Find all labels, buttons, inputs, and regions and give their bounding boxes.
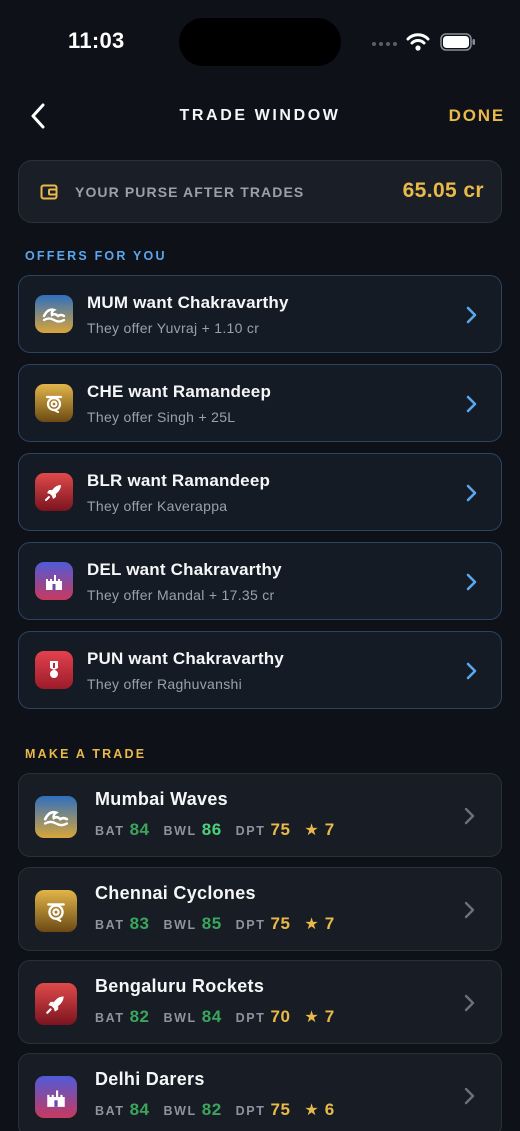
team-card-mumbai-waves[interactable]: Mumbai Waves BAT 84 BWL 86 DPT 75 ★ 7	[18, 773, 502, 857]
cyclone-icon	[35, 384, 73, 422]
star-icon: ★	[304, 822, 319, 839]
team-stats: BAT 83 BWL 85 DPT 75 ★ 7	[95, 914, 334, 934]
offer-card-pun[interactable]: PUN want Chakravarthy They offer Raghuva…	[18, 631, 502, 709]
offer-subtitle: They offer Mandal + 17.35 cr	[87, 587, 275, 603]
bwl-value: 86	[201, 820, 222, 839]
chevron-right-icon	[466, 306, 477, 324]
bat-label: BAT	[95, 1011, 125, 1025]
offer-subtitle: They offer Raghuvanshi	[87, 676, 242, 692]
offer-subtitle: They offer Yuvraj + 1.10 cr	[87, 320, 260, 336]
wifi-icon	[406, 33, 430, 51]
dpt-label: DPT	[235, 824, 266, 838]
dpt-label: DPT	[235, 1104, 266, 1118]
chevron-right-icon	[466, 662, 477, 680]
trade-window-screen: 11:03 TRADE WINDOW DONE YOUR PURSE AFTER…	[0, 0, 520, 1131]
team-stats: BAT 82 BWL 84 DPT 70 ★ 7	[95, 1007, 334, 1027]
rocket-icon	[35, 983, 77, 1025]
star-icon: ★	[304, 1009, 319, 1026]
bwl-label: BWL	[163, 824, 197, 838]
stars-value: 7	[324, 914, 335, 933]
team-card-chennai-cyclones[interactable]: Chennai Cyclones BAT 83 BWL 85 DPT 75 ★ …	[18, 867, 502, 951]
chevron-right-icon	[464, 1087, 475, 1105]
offers-section-label: OFFERS FOR YOU	[25, 249, 167, 263]
team-card-bengaluru-rockets[interactable]: Bengaluru Rockets BAT 82 BWL 84 DPT 70 ★…	[18, 960, 502, 1044]
offer-title: CHE want Ramandeep	[87, 382, 272, 401]
star-icon: ★	[304, 1102, 319, 1119]
bat-label: BAT	[95, 918, 125, 932]
dpt-label: DPT	[235, 918, 266, 932]
dpt-value: 75	[270, 820, 291, 839]
bwl-label: BWL	[163, 918, 197, 932]
bat-label: BAT	[95, 824, 125, 838]
dpt-value: 75	[270, 914, 291, 933]
offer-title: BLR want Ramandeep	[87, 471, 271, 490]
bat-value: 84	[129, 820, 150, 839]
bat-value: 84	[129, 1100, 150, 1119]
purse-label: YOUR PURSE AFTER TRADES	[75, 184, 305, 200]
stars-value: 7	[324, 1007, 335, 1026]
chevron-right-icon	[466, 395, 477, 413]
offer-card-del[interactable]: DEL want Chakravarthy They offer Mandal …	[18, 542, 502, 620]
offer-subtitle: They offer Kaverappa	[87, 498, 228, 514]
trade-section-label: MAKE A TRADE	[25, 747, 147, 761]
offer-title: MUM want Chakravarthy	[87, 293, 289, 312]
battery-icon	[440, 33, 475, 51]
team-card-delhi-darers[interactable]: Delhi Darers BAT 84 BWL 82 DPT 75 ★ 6	[18, 1053, 502, 1131]
wave-icon	[35, 295, 73, 333]
team-name: Chennai Cyclones	[95, 883, 256, 903]
chevron-right-icon	[464, 901, 475, 919]
chevron-right-icon	[464, 994, 475, 1012]
team-name: Mumbai Waves	[95, 789, 228, 809]
offer-subtitle: They offer Singh + 25L	[87, 409, 236, 425]
dpt-value: 70	[270, 1007, 291, 1026]
bwl-value: 84	[201, 1007, 222, 1026]
bat-value: 83	[129, 914, 150, 933]
cellular-signal-icon	[372, 42, 397, 46]
team-stats: BAT 84 BWL 86 DPT 75 ★ 7	[95, 820, 334, 840]
done-button[interactable]: DONE	[449, 106, 505, 126]
team-stats: BAT 84 BWL 82 DPT 75 ★ 6	[95, 1100, 334, 1120]
offer-card-blr[interactable]: BLR want Ramandeep They offer Kaverappa	[18, 453, 502, 531]
bwl-label: BWL	[163, 1011, 197, 1025]
fort-icon	[35, 1076, 77, 1118]
bwl-value: 82	[201, 1100, 222, 1119]
status-time: 11:03	[68, 28, 125, 53]
offer-title: PUN want Chakravarthy	[87, 649, 284, 668]
fort-icon	[35, 562, 73, 600]
wave-icon	[35, 796, 77, 838]
chevron-right-icon	[466, 573, 477, 591]
purse-value: 65.05 cr	[402, 179, 484, 202]
dynamic-island	[179, 18, 341, 66]
team-name: Bengaluru Rockets	[95, 976, 265, 996]
offer-card-mum[interactable]: MUM want Chakravarthy They offer Yuvraj …	[18, 275, 502, 353]
offer-title: DEL want Chakravarthy	[87, 560, 282, 579]
bwl-value: 85	[201, 914, 222, 933]
chevron-right-icon	[464, 807, 475, 825]
bwl-label: BWL	[163, 1104, 197, 1118]
dpt-label: DPT	[235, 1011, 266, 1025]
medal-icon	[35, 651, 73, 689]
offer-card-che[interactable]: CHE want Ramandeep They offer Singh + 25…	[18, 364, 502, 442]
bat-value: 82	[129, 1007, 150, 1026]
star-icon: ★	[304, 916, 319, 933]
purse-card: YOUR PURSE AFTER TRADES 65.05 cr	[18, 160, 502, 223]
wallet-icon	[40, 184, 58, 200]
team-name: Delhi Darers	[95, 1069, 205, 1089]
rocket-icon	[35, 473, 73, 511]
cyclone-icon	[35, 890, 77, 932]
chevron-right-icon	[466, 484, 477, 502]
page-title: TRADE WINDOW	[179, 107, 341, 124]
dpt-value: 75	[270, 1100, 291, 1119]
stars-value: 7	[324, 820, 335, 839]
stars-value: 6	[324, 1100, 335, 1119]
bat-label: BAT	[95, 1104, 125, 1118]
